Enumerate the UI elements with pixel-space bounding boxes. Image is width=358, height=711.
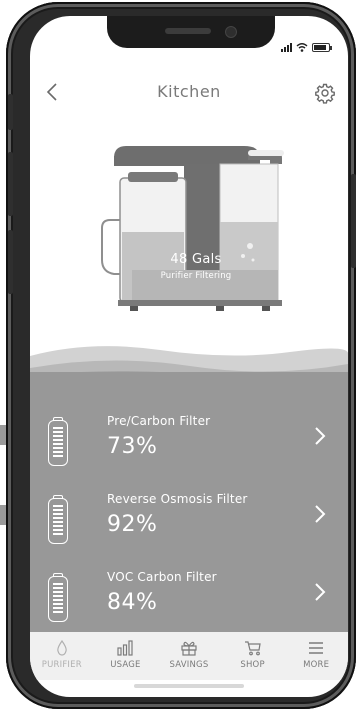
signal-icon bbox=[281, 42, 292, 52]
wifi-icon bbox=[296, 43, 308, 52]
filter-cartridge-icon bbox=[48, 573, 68, 622]
battery-icon bbox=[312, 43, 332, 52]
volume-up-button bbox=[8, 152, 13, 216]
header: Kitchen bbox=[30, 78, 348, 108]
app-screen: Kitchen 48 Gals Purifier Filtering Pre/C… bbox=[30, 16, 348, 697]
gallons-value: 48 Gals bbox=[170, 252, 222, 267]
device-readout: 48 Gals Purifier Filtering bbox=[126, 252, 266, 281]
filter-percent: 92% bbox=[107, 512, 158, 537]
chevron-right-icon bbox=[315, 583, 326, 601]
nav-more[interactable]: MORE bbox=[284, 632, 348, 680]
gift-icon bbox=[181, 641, 197, 656]
chevron-right-icon bbox=[315, 427, 326, 445]
status-bar bbox=[281, 38, 332, 52]
menu-icon bbox=[309, 642, 324, 654]
phone-frame: Kitchen 48 Gals Purifier Filtering Pre/C… bbox=[6, 2, 356, 709]
filter-cartridge-icon bbox=[48, 417, 68, 466]
home-indicator bbox=[134, 684, 244, 688]
filter-name: VOC Carbon Filter bbox=[107, 570, 217, 584]
filter-cartridge-icon bbox=[48, 495, 68, 544]
nav-purifier[interactable]: PURIFIER bbox=[30, 632, 94, 680]
device-status: Purifier Filtering bbox=[160, 271, 232, 281]
notch bbox=[107, 16, 275, 48]
filter-name: Reverse Osmosis Filter bbox=[107, 492, 248, 506]
bottom-nav: PURIFIER USAGE SAVINGS SHOP MORE bbox=[30, 632, 348, 680]
filter-panel: Pre/Carbon Filter 73% Reverse Osmosis Fi… bbox=[30, 372, 348, 632]
gear-icon[interactable] bbox=[314, 82, 336, 104]
filter-percent: 73% bbox=[107, 434, 158, 459]
filter-name: Pre/Carbon Filter bbox=[107, 414, 211, 428]
front-camera bbox=[225, 26, 237, 38]
speaker-grille bbox=[165, 28, 211, 34]
cart-icon bbox=[244, 641, 261, 656]
nav-savings[interactable]: SAVINGS bbox=[157, 632, 221, 680]
power-button bbox=[351, 174, 356, 268]
filter-percent: 84% bbox=[107, 590, 158, 615]
nav-shop[interactable]: SHOP bbox=[221, 632, 285, 680]
filter-row-reverse-osmosis[interactable]: Reverse Osmosis Filter 92% bbox=[30, 490, 348, 560]
mute-switch bbox=[8, 94, 13, 130]
filter-row-voc-carbon[interactable]: VOC Carbon Filter 84% bbox=[30, 568, 348, 638]
nav-usage[interactable]: USAGE bbox=[94, 632, 158, 680]
volume-down-button bbox=[8, 230, 13, 294]
purifier-illustration bbox=[101, 146, 284, 311]
bar-chart-icon bbox=[117, 640, 133, 656]
filter-row-pre-carbon[interactable]: Pre/Carbon Filter 73% bbox=[30, 412, 348, 482]
chevron-right-icon bbox=[315, 505, 326, 523]
page-title: Kitchen bbox=[157, 82, 221, 101]
water-drop-icon bbox=[57, 640, 67, 656]
